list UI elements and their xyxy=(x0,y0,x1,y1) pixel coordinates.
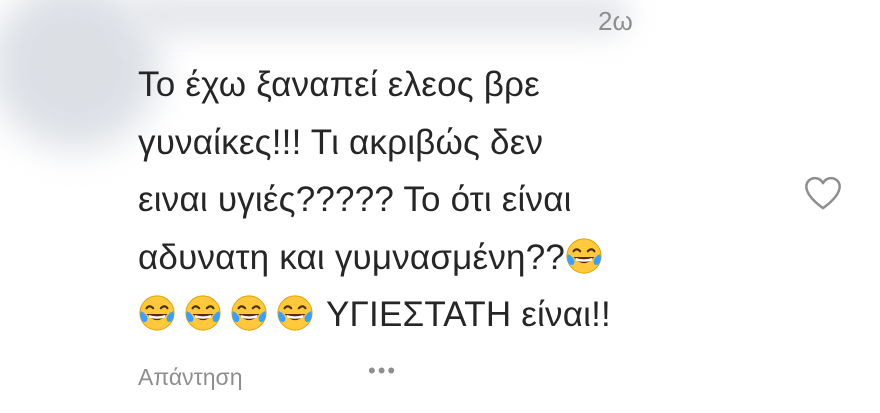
comment-line: ειναι υγιές????? Το ότι είναι xyxy=(138,180,572,219)
reply-button[interactable]: Απάντηση xyxy=(138,364,243,391)
heart-icon[interactable] xyxy=(803,174,843,214)
comment-line-text: αδυνατη και γυμνασμένη?? xyxy=(138,237,566,277)
comment-text: Το έχω ξαναπεί ελεος βρε γυναίκες!!! Τι … xyxy=(138,56,778,344)
comment-timestamp: 2ω xyxy=(598,6,633,36)
comment-line: γυναίκες!!! Τι ακριβώς δεν xyxy=(138,122,544,162)
tears-of-joy-emoji-icon xyxy=(138,294,176,332)
comment: 2ω Το έχω ξαναπεί ελεος βρε γυναίκες!!! … xyxy=(0,0,880,413)
comment-line-text: ΥΓΙΕΣΤΑΤΗ είναι!! xyxy=(326,295,611,334)
comment-line: Το έχω ξαναπεί ελεος βρε xyxy=(138,65,540,104)
tears-of-joy-emoji-icon xyxy=(184,294,222,332)
more-options-icon[interactable]: ••• xyxy=(368,358,397,384)
comment-line-with-emoji: αδυνατη και γυμνασμένη?? xyxy=(138,229,778,287)
username-redacted[interactable] xyxy=(130,0,630,36)
tears-of-joy-emoji-icon xyxy=(565,237,603,275)
tears-of-joy-emoji-icon xyxy=(276,294,314,332)
tears-of-joy-emoji-icon xyxy=(230,294,268,332)
comment-line-with-emoji: ΥΓΙΕΣΤΑΤΗ είναι!! xyxy=(138,286,778,344)
